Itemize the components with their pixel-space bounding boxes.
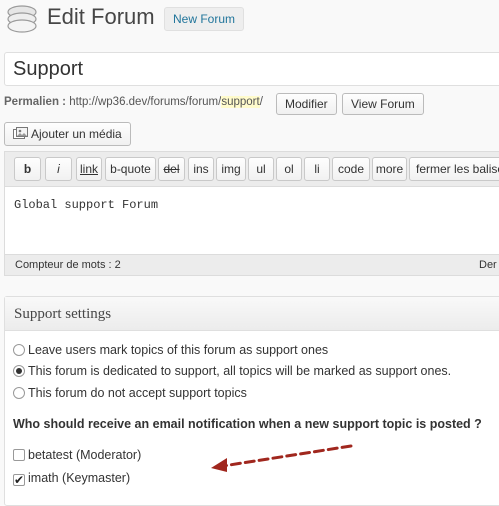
modify-permalink-button[interactable]: Modifier bbox=[276, 93, 337, 115]
qt-img-button[interactable]: img bbox=[216, 157, 246, 181]
recipient-label: betatest (Moderator) bbox=[28, 448, 142, 462]
permalink-label: Permalien : bbox=[4, 96, 66, 108]
page-title: Edit Forum bbox=[47, 4, 155, 29]
support-option-not-accept[interactable]: This forum do not accept support topics bbox=[13, 386, 247, 400]
checkbox-checked[interactable]: ✔ bbox=[13, 474, 25, 486]
metabox-title[interactable]: Support settings bbox=[5, 297, 499, 331]
content-editor: b i link b-quote del ins img ul ol li co… bbox=[4, 151, 499, 276]
permalink-url-prefix: http://wp36.dev/forums/forum/ bbox=[69, 96, 222, 108]
notification-question: Who should receive an email notification… bbox=[13, 417, 482, 431]
qt-blockquote-button[interactable]: b-quote bbox=[105, 157, 156, 181]
forum-icon bbox=[7, 5, 37, 33]
add-media-label: Ajouter un média bbox=[31, 127, 122, 141]
option-label: Leave users mark topics of this forum as… bbox=[28, 343, 329, 357]
qt-ins-button[interactable]: ins bbox=[188, 157, 214, 181]
editor-content[interactable]: Global support Forum bbox=[14, 198, 158, 212]
qt-more-button[interactable]: more bbox=[372, 157, 407, 181]
add-media-button[interactable]: Ajouter un média bbox=[4, 122, 131, 146]
qt-ul-button[interactable]: ul bbox=[248, 157, 274, 181]
permalink-slug[interactable]: support bbox=[221, 96, 260, 108]
qt-li-button[interactable]: li bbox=[304, 157, 330, 181]
option-label: This forum do not accept support topics bbox=[28, 386, 247, 400]
qt-bold-button[interactable]: b bbox=[14, 157, 41, 181]
view-forum-button[interactable]: View Forum bbox=[342, 93, 424, 115]
annotation-arrow-icon bbox=[211, 444, 353, 472]
qt-ol-button[interactable]: ol bbox=[276, 157, 302, 181]
qt-close-tags-button[interactable]: fermer les balises bbox=[409, 157, 499, 181]
permalink-row: Permalien : http://wp36.dev/forums/forum… bbox=[4, 96, 263, 108]
radio-button[interactable] bbox=[13, 344, 25, 356]
forum-title-input[interactable]: Support bbox=[4, 52, 499, 86]
qt-code-button[interactable]: code bbox=[332, 157, 370, 181]
qt-link-button[interactable]: link bbox=[76, 157, 102, 181]
permalink-url-suffix: / bbox=[259, 96, 263, 108]
support-option-dedicated[interactable]: This forum is dedicated to support, all … bbox=[13, 364, 451, 378]
word-count: Compteur de mots : 2 bbox=[15, 259, 121, 271]
checkbox[interactable] bbox=[13, 449, 25, 461]
draft-saved-note: Der bbox=[479, 259, 497, 271]
new-forum-button[interactable]: New Forum bbox=[164, 7, 245, 31]
support-option-leave-users[interactable]: Leave users mark topics of this forum as… bbox=[13, 343, 328, 357]
media-icon bbox=[13, 127, 28, 139]
recipient-betatest[interactable]: betatest (Moderator) bbox=[13, 448, 141, 462]
recipient-imath[interactable]: ✔ imath (Keymaster) bbox=[13, 471, 130, 486]
option-label: This forum is dedicated to support, all … bbox=[28, 364, 452, 378]
radio-button-selected[interactable] bbox=[13, 365, 25, 377]
qt-del-button[interactable]: del bbox=[158, 157, 185, 181]
quicktags-toolbar: b i link b-quote del ins img ul ol li co… bbox=[5, 152, 499, 187]
radio-button[interactable] bbox=[13, 387, 25, 399]
editor-statusbar: Compteur de mots : 2 Der bbox=[5, 254, 499, 275]
qt-italic-button[interactable]: i bbox=[45, 157, 72, 181]
recipient-label: imath (Keymaster) bbox=[28, 471, 131, 485]
